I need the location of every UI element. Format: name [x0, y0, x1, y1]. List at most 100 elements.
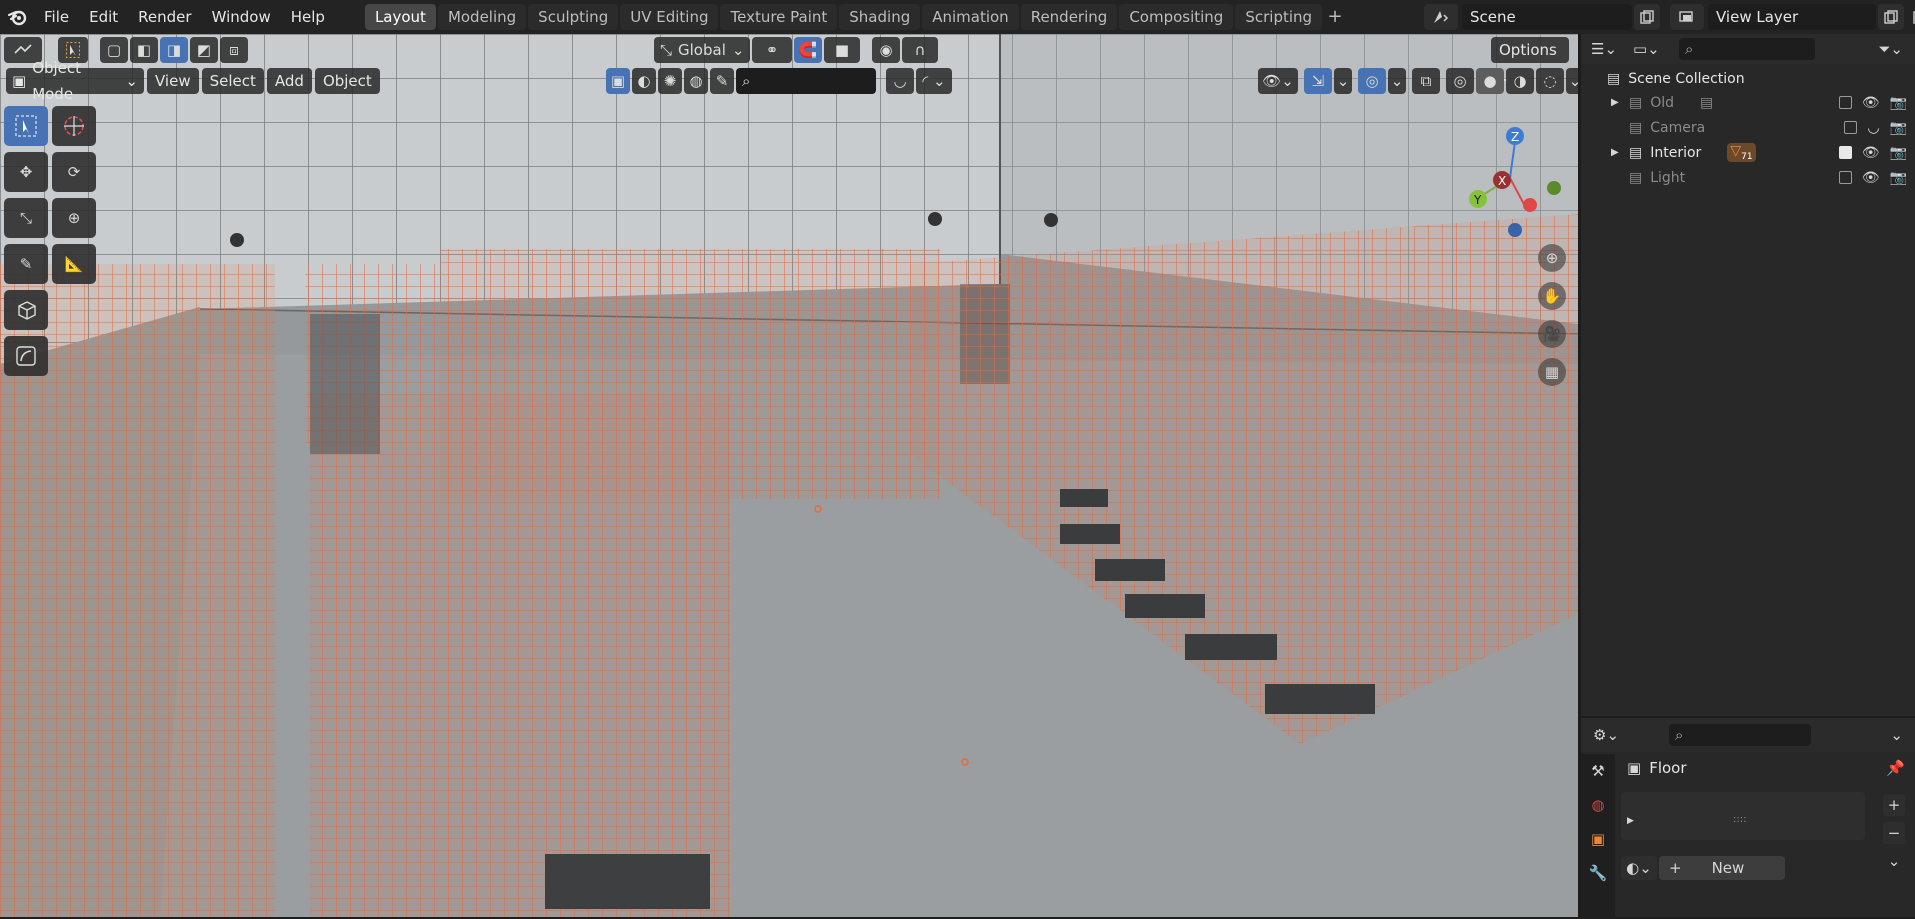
- proportional-editing-icon[interactable]: ◉: [872, 37, 900, 63]
- outliner-item-interior[interactable]: ▶ ▤ Interior ▽71 👁 📷: [1581, 140, 1915, 165]
- world-filter-icon[interactable]: ◍: [684, 68, 708, 94]
- view-layer-browse-icon[interactable]: [1670, 4, 1704, 30]
- ortho-grid-icon[interactable]: ▦: [1538, 358, 1566, 386]
- outliner-item-old[interactable]: ▶ ▤ Old ▤ 👁 📷: [1581, 90, 1915, 115]
- corner-icon[interactable]: ◜ ⌄: [916, 68, 952, 94]
- properties-editor-type-icon[interactable]: ⚙⌄: [1593, 726, 1629, 744]
- tab-compositing[interactable]: Compositing: [1119, 4, 1234, 30]
- display-mode-icon[interactable]: ▭⌄: [1633, 40, 1669, 58]
- tab-rendering[interactable]: Rendering: [1020, 4, 1118, 30]
- tab-animation[interactable]: Animation: [922, 4, 1019, 30]
- eye-closed-icon[interactable]: ◡: [1867, 120, 1879, 136]
- options-button[interactable]: Options ⌄: [1491, 37, 1569, 85]
- tab-texture-paint[interactable]: Texture Paint: [720, 4, 838, 30]
- exclude-checkbox[interactable]: [1838, 171, 1852, 184]
- scale-icon[interactable]: ⤡: [4, 198, 48, 238]
- filter-icon[interactable]: ⏷⌄: [1878, 40, 1903, 58]
- zoom-icon[interactable]: ⊕: [1538, 244, 1566, 272]
- light-filter-icon[interactable]: ✺: [658, 68, 682, 94]
- material-shading-icon[interactable]: ◑: [1506, 68, 1534, 94]
- menu-select[interactable]: Select: [201, 68, 264, 94]
- view-layer-name-field[interactable]: View Layer: [1708, 4, 1876, 30]
- select-mode-invert-icon[interactable]: ◩: [190, 37, 218, 63]
- select-mode-extend-icon[interactable]: ◧: [130, 37, 158, 63]
- menu-file[interactable]: File: [34, 0, 79, 34]
- exclude-checkbox[interactable]: [1844, 121, 1858, 134]
- annotate-icon[interactable]: ✎: [4, 244, 48, 284]
- gizmo-toggle-icon[interactable]: ⇲: [1304, 68, 1332, 94]
- menu-window[interactable]: Window: [202, 0, 281, 34]
- exclude-checkbox-checked[interactable]: [1838, 146, 1852, 159]
- view-layer-copy-icon[interactable]: [1878, 4, 1904, 30]
- outliner-item-camera[interactable]: ▤ Camera ◡ 📷: [1581, 115, 1915, 140]
- select-mode-intersect-icon[interactable]: ⧈: [220, 37, 248, 63]
- tab-layout[interactable]: Layout: [364, 4, 436, 30]
- rotate-icon[interactable]: ⟳: [52, 152, 96, 192]
- scene-browse-icon[interactable]: [1424, 4, 1458, 30]
- snap-toggle-icon[interactable]: 🧲: [794, 37, 822, 63]
- chevron-down-icon[interactable]: ⌄: [1890, 726, 1903, 744]
- curve-tool-icon[interactable]: [4, 336, 48, 376]
- solid-shading-icon[interactable]: ●: [1476, 68, 1504, 94]
- resize-handle[interactable]: ::::: [1733, 814, 1746, 825]
- scene-copy-icon[interactable]: [1634, 4, 1660, 30]
- camera-render-icon[interactable]: 📷: [1890, 170, 1907, 186]
- menu-help[interactable]: Help: [281, 0, 335, 34]
- curve-icon[interactable]: ◡: [886, 68, 914, 94]
- paint-filter-icon[interactable]: ✎: [710, 68, 734, 94]
- select-box-icon[interactable]: [4, 106, 48, 146]
- outliner-item-light[interactable]: ▤ Light 👁 📷: [1581, 165, 1915, 190]
- object-tab-icon[interactable]: ▣: [1581, 822, 1615, 856]
- overlay-dropdown-icon[interactable]: ⌄: [1388, 68, 1406, 94]
- outliner-search-input[interactable]: ⌕: [1679, 38, 1815, 60]
- modifier-tab-icon[interactable]: 🔧: [1581, 856, 1615, 890]
- menu-view[interactable]: View: [147, 68, 199, 94]
- wireframe-shading-icon[interactable]: ◎: [1446, 68, 1474, 94]
- expand-arrow-icon[interactable]: ▶: [1611, 147, 1629, 158]
- eye-icon[interactable]: 👁: [1862, 145, 1880, 161]
- pin-icon[interactable]: 📌: [1886, 759, 1905, 777]
- move-icon[interactable]: ✥: [4, 152, 48, 192]
- tool-tab-icon[interactable]: ⚒: [1581, 754, 1615, 788]
- mode-dropdown[interactable]: ▣ Object Mode ⌄: [6, 59, 144, 103]
- add-slot-button[interactable]: +: [1883, 794, 1905, 816]
- add-cube-icon[interactable]: [4, 290, 48, 330]
- menu-edit[interactable]: Edit: [79, 0, 128, 34]
- tab-uv-editing[interactable]: UV Editing: [620, 4, 719, 30]
- expand-arrow-icon[interactable]: ▶: [1611, 97, 1629, 108]
- camera-render-icon[interactable]: 📷: [1890, 95, 1907, 111]
- eye-icon[interactable]: 👁: [1862, 170, 1880, 186]
- new-material-button[interactable]: + New: [1659, 856, 1785, 880]
- xray-toggle-icon[interactable]: ⧉: [1412, 68, 1440, 94]
- blender-logo-icon[interactable]: [0, 0, 34, 34]
- slot-menu-button[interactable]: ⌄: [1883, 850, 1905, 872]
- menu-object[interactable]: Object: [314, 68, 380, 94]
- cursor-icon[interactable]: [52, 106, 96, 146]
- menu-render[interactable]: Render: [128, 0, 201, 34]
- camera-render-icon[interactable]: 📷: [1890, 120, 1907, 136]
- falloff-icon[interactable]: ∩: [902, 37, 938, 63]
- select-mode-subtract-icon[interactable]: ◨: [160, 37, 188, 63]
- 3d-viewport[interactable]: ▢ ◧ ◨ ◩ ⧈ ⤡ Global ⌄ ⚭ 🧲 ■ ◉ ∩ Options ⌄…: [0, 34, 1578, 917]
- exclude-checkbox[interactable]: [1838, 96, 1852, 109]
- object-filter-icon[interactable]: ▣: [606, 68, 630, 94]
- world-tab-icon[interactable]: ◍: [1581, 788, 1615, 822]
- transform-icon[interactable]: ⊕: [52, 198, 96, 238]
- material-slot-list[interactable]: ▶ ::::: [1621, 792, 1865, 840]
- expand-arrow-icon[interactable]: ▶: [1627, 816, 1634, 826]
- tab-sculpting[interactable]: Sculpting: [528, 4, 619, 30]
- transform-orientation-dropdown[interactable]: ⤡ Global ⌄: [654, 37, 750, 63]
- view-layer-remove-icon[interactable]: [1906, 4, 1915, 30]
- tab-modeling[interactable]: Modeling: [437, 4, 527, 30]
- pivot-point-icon[interactable]: ⚭: [752, 37, 792, 63]
- menu-add[interactable]: Add: [266, 68, 312, 94]
- snap-target-icon[interactable]: ■: [824, 37, 860, 63]
- properties-search-input[interactable]: ⌕: [1669, 724, 1811, 746]
- outliner-editor-type-icon[interactable]: ☰⌄: [1591, 40, 1627, 58]
- remove-slot-button[interactable]: −: [1883, 822, 1905, 844]
- scene-name-field[interactable]: Scene: [1462, 4, 1632, 30]
- overlay-toggle-icon[interactable]: ◎: [1358, 68, 1386, 94]
- viewport-search-icon[interactable]: ⌕: [736, 68, 876, 94]
- navigation-gizmo[interactable]: Z X Y ⊕ ✋ 🎥 ▦: [1452, 108, 1572, 408]
- shading-dropdown-icon[interactable]: ⌄: [1566, 68, 1578, 94]
